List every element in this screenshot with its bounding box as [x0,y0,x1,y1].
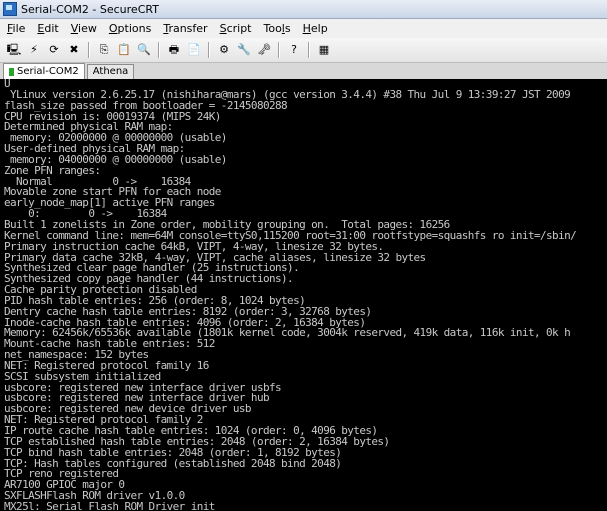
toolbar: 🖳 ⚡ ⟳ ✖ ⎘ 📋 🔍 🖶 📄 ⚙ 🔧 🗝? ▦ [0,38,607,63]
session-options-icon[interactable]: ⚙ [216,42,232,58]
help-icon[interactable]: ? [286,42,302,58]
terminal-line: MX25l: Serial Flash ROM Driver init [4,499,215,511]
menu-help[interactable]: Help [296,22,333,35]
menu-options[interactable]: Options [102,22,156,35]
menu-script[interactable]: Script [213,22,257,35]
menu-tools[interactable]: Tools [256,22,295,35]
reconnect-icon[interactable]: ⟳ [46,42,62,58]
connect-icon[interactable]: 🖳 [6,42,22,58]
session-tabs: Serial-COM2 Athena [0,63,607,80]
menu-file[interactable]: File [0,22,30,35]
securecrt-window: Serial-COM2 - SecureCRT File Edit View Opti… [0,0,607,511]
toolbar-separator [278,42,280,58]
terminal-output[interactable]: U YLinux version 2.6.25.17 (nishihara@ma… [0,79,607,511]
tab-serial-com2[interactable]: Serial-COM2 [3,63,85,79]
window-title: Serial-COM2 - SecureCRT [21,2,159,16]
connected-icon [9,67,14,76]
log-icon[interactable]: 📄 [186,42,202,58]
tab-athena[interactable]: Athena [86,64,135,79]
toolbar-options-icon[interactable]: ▦ [316,42,332,58]
keymap-icon[interactable]: 🗝 [256,42,272,58]
paste-icon[interactable]: 📋 [116,42,132,58]
title-bar: Serial-COM2 - SecureCRT [0,0,607,19]
global-options-icon[interactable]: 🔧 [236,42,252,58]
toolbar-separator [208,42,210,58]
copy-icon[interactable]: ⎘ [96,42,112,58]
tab-label: Athena [92,66,129,77]
menu-bar: File Edit View Options Transfer Script Tools He… [0,19,607,38]
find-icon[interactable]: 🔍 [136,42,152,58]
quick-connect-icon[interactable]: ⚡ [26,42,42,58]
app-icon [3,2,17,16]
toolbar-separator [308,42,310,58]
tab-label: Serial-COM2 [17,65,79,77]
print-icon[interactable]: 🖶 [166,42,182,58]
menu-view[interactable]: View [64,22,102,35]
toolbar-separator [158,42,160,58]
disconnect-icon[interactable]: ✖ [66,42,82,58]
menu-transfer[interactable]: Transfer [156,22,212,35]
menu-edit[interactable]: Edit [30,22,63,35]
toolbar-separator [88,42,90,58]
